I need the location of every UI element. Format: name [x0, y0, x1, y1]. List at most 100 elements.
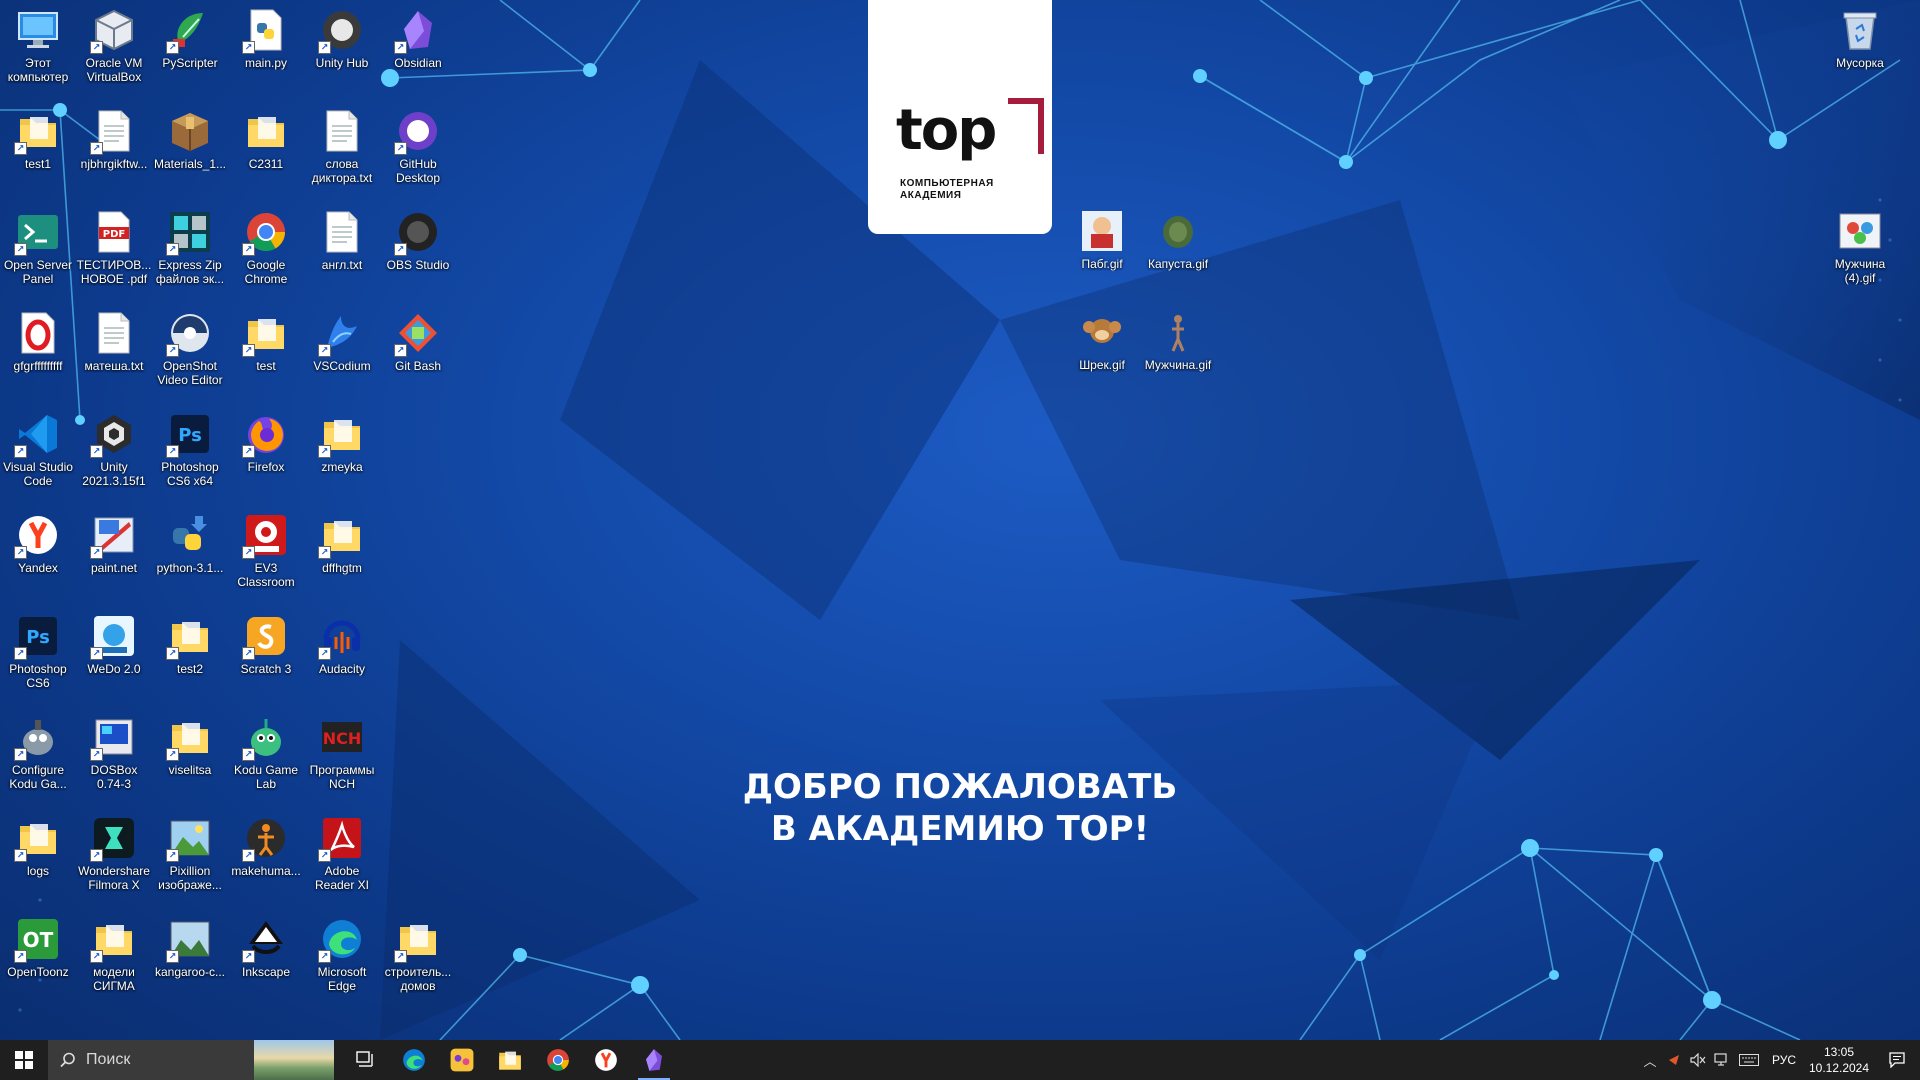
desktop-icon-document[interactable]: ↗ njbhrgikftw...	[76, 103, 152, 195]
desktop-icon-ev3[interactable]: ↗ EV3 Classroom	[228, 507, 304, 599]
desktop-icon-folder[interactable]: ↗ модели СИГМА	[76, 911, 152, 1003]
desktop-icon-unity[interactable]: ↗ Unity 2021.3.15f1	[76, 406, 152, 498]
desktop-icon-terminal[interactable]: ↗ Open Server Panel	[0, 204, 76, 296]
desktop-icon-makehuman[interactable]: ↗ makehuma...	[228, 810, 304, 902]
desktop-icon-label: paint.net	[90, 561, 138, 575]
desktop-icon-folder[interactable]: C2311	[228, 103, 304, 195]
desktop-icon-folder[interactable]: ↗ test	[228, 305, 304, 397]
desktop-icon-audacity[interactable]: ↗ Audacity	[304, 608, 380, 700]
shortcut-arrow-icon: ↗	[242, 647, 255, 660]
obsidian-icon	[642, 1048, 666, 1072]
taskbar-explorer-button[interactable]	[486, 1040, 534, 1080]
desktop-icon-kodu[interactable]: ↗ Kodu Game Lab	[228, 709, 304, 801]
desktop-icon-python-file[interactable]: ↗ main.py	[228, 2, 304, 94]
desktop-icon-label: OpenToonz	[7, 965, 69, 979]
desktop-icon-paintnet[interactable]: ↗ paint.net	[76, 507, 152, 599]
desktop-icon-recycle-bin[interactable]: Мусорка	[1822, 2, 1898, 94]
desktop-icon-virtualbox[interactable]: ↗ Oracle VM VirtualBox	[76, 2, 152, 94]
desktop-icon-gif-cabbage[interactable]: Капуста.gif	[1140, 203, 1216, 295]
desktop-icon-text-file[interactable]: слова диктора.txt	[304, 103, 380, 195]
shortcut-arrow-icon: ↗	[394, 344, 407, 357]
desktop-icon-chrome[interactable]: ↗ Google Chrome	[228, 204, 304, 296]
desktop-icon-obs[interactable]: ↗ OBS Studio	[380, 204, 456, 296]
desktop-icon-gif-pubg[interactable]: Пабг.gif	[1064, 203, 1140, 295]
desktop-icon-text-file[interactable]: матеша.txt	[76, 305, 152, 397]
desktop-icon-label: Yandex	[18, 561, 58, 575]
shortcut-arrow-icon: ↗	[166, 950, 179, 963]
svg-text:Ps: Ps	[178, 425, 202, 446]
git-bash-icon: ↗	[394, 311, 440, 357]
desktop-icon-text-file[interactable]: англ.txt	[304, 204, 380, 296]
shortcut-arrow-icon: ↗	[394, 243, 407, 256]
desktop-icon-folder[interactable]: ↗ logs	[0, 810, 76, 902]
desktop-icon-obsidian[interactable]: ↗ Obsidian	[380, 2, 456, 94]
desktop-icon-image-file[interactable]: ↗ kangaroo-c...	[152, 911, 228, 1003]
desktop-icon-gif-man[interactable]: Мужчина.gif	[1140, 304, 1216, 396]
taskbar-task-view-button[interactable]	[342, 1040, 390, 1080]
desktop-icon-opera[interactable]: gfgrfffffffff	[0, 305, 76, 397]
desktop-icon-yandex[interactable]: ↗ Yandex	[0, 507, 76, 599]
desktop-icon-kodu-config[interactable]: ↗ Configure Kodu Ga...	[0, 709, 76, 801]
volume-button[interactable]	[1686, 1040, 1710, 1080]
desktop-icon-photoshop[interactable]: Ps ↗ Photoshop CS6 x64	[152, 406, 228, 498]
desktop-icon-gif-man2[interactable]: Мужчина (4).gif	[1822, 203, 1898, 295]
gif-man-icon	[1156, 310, 1200, 354]
desktop-icon-vscode[interactable]: ↗ Visual Studio Code	[0, 406, 76, 498]
taskbar-edge-button[interactable]	[390, 1040, 438, 1080]
desktop-icon-vscodium[interactable]: ↗ VSCodium	[304, 305, 380, 397]
desktop-icon-unity-hub[interactable]: ↗ Unity Hub	[304, 2, 380, 94]
show-hidden-icons-button[interactable]: ︿	[1638, 1040, 1662, 1080]
desktop-icon-scratch[interactable]: ↗ Scratch 3	[228, 608, 304, 700]
tray-app-button[interactable]	[1662, 1040, 1686, 1080]
desktop-icon-photoshop[interactable]: Ps ↗ Photoshop CS6	[0, 608, 76, 700]
taskbar-obsidian-button[interactable]	[630, 1040, 678, 1080]
desktop-icon-folder[interactable]: ↗ viselitsa	[152, 709, 228, 801]
desktop-icon-firefox[interactable]: ↗ Firefox	[228, 406, 304, 498]
desktop-icon-archive[interactable]: Materials_1...	[152, 103, 228, 195]
action-center-button[interactable]	[1874, 1040, 1920, 1080]
desktop-icon-computer[interactable]: Этот компьютер	[0, 2, 76, 94]
keyboard-button[interactable]	[1734, 1040, 1764, 1080]
desktop-icon-label: Photoshop CS6 x64	[161, 460, 219, 488]
desktop-icon-dosbox[interactable]: ↗ DOSBox 0.74-3	[76, 709, 152, 801]
desktop-icon-pdf[interactable]: PDF ТЕСТИРОВ... НОВОЕ .pdf	[76, 204, 152, 296]
desktop-icon-zip[interactable]: ↗ Express Zip файлов эк...	[152, 204, 228, 296]
desktop-icon-label: WeDo 2.0	[87, 662, 141, 676]
desktop-icon-label: Программы NCH	[309, 763, 375, 791]
desktop-icon-acrobat[interactable]: ↗ Adobe Reader XI	[304, 810, 380, 902]
shortcut-arrow-icon: ↗	[166, 243, 179, 256]
desktop-icon-openshot[interactable]: ↗ OpenShot Video Editor	[152, 305, 228, 397]
svg-text:PDF: PDF	[103, 229, 125, 240]
taskbar-chrome-button[interactable]	[534, 1040, 582, 1080]
desktop-icon-folder[interactable]: ↗ dffhgtm	[304, 507, 380, 599]
desktop-icon-nch[interactable]: NCH Программы NCH	[304, 709, 380, 801]
taskbar-yandex-button[interactable]	[582, 1040, 630, 1080]
desktop-icon-python-installer[interactable]: python-3.1...	[152, 507, 228, 599]
start-button[interactable]	[0, 1040, 48, 1080]
desktop-icon-pyscripter[interactable]: ↗ PyScripter	[152, 2, 228, 94]
desktop-icon-gif-shrek[interactable]: Шрек.gif	[1064, 304, 1140, 396]
desktop-icon-folder[interactable]: ↗ строитель... домов	[380, 911, 456, 1003]
desktop-icon-folder[interactable]: ↗ test2	[152, 608, 228, 700]
welcome-line1: ДОБРО ПОЖАЛОВАТЬ	[742, 767, 1178, 807]
taskbar-games-button[interactable]	[438, 1040, 486, 1080]
shortcut-arrow-icon: ↗	[90, 546, 103, 559]
desktop-icon-label: Adobe Reader XI	[314, 864, 370, 892]
desktop-icon-git-bash[interactable]: ↗ Git Bash	[380, 305, 456, 397]
desktop-icon-inkscape[interactable]: ↗ Inkscape	[228, 911, 304, 1003]
desktop-icon-label: Microsoft Edge	[317, 965, 367, 993]
desktop-icon-wedo[interactable]: ↗ WeDo 2.0	[76, 608, 152, 700]
taskbar-search[interactable]	[48, 1040, 334, 1080]
desktop-icon-github[interactable]: ↗ GitHub Desktop	[380, 103, 456, 195]
network-button[interactable]	[1710, 1040, 1734, 1080]
shortcut-arrow-icon: ↗	[242, 344, 255, 357]
desktop-icon-opentoonz[interactable]: OT ↗ OpenToonz	[0, 911, 76, 1003]
clock[interactable]: 13:05 10.12.2024	[1804, 1044, 1874, 1076]
search-input[interactable]	[84, 1050, 258, 1070]
desktop-icon-edge[interactable]: ↗ Microsoft Edge	[304, 911, 380, 1003]
desktop-icon-filmora[interactable]: ↗ Wondershare Filmora X	[76, 810, 152, 902]
language-indicator[interactable]: РУС	[1764, 1053, 1804, 1067]
desktop-icon-folder[interactable]: ↗ zmeyka	[304, 406, 380, 498]
desktop-icon-pixillion[interactable]: ↗ Pixillion изображе...	[152, 810, 228, 902]
desktop-icon-folder[interactable]: ↗ test1	[0, 103, 76, 195]
